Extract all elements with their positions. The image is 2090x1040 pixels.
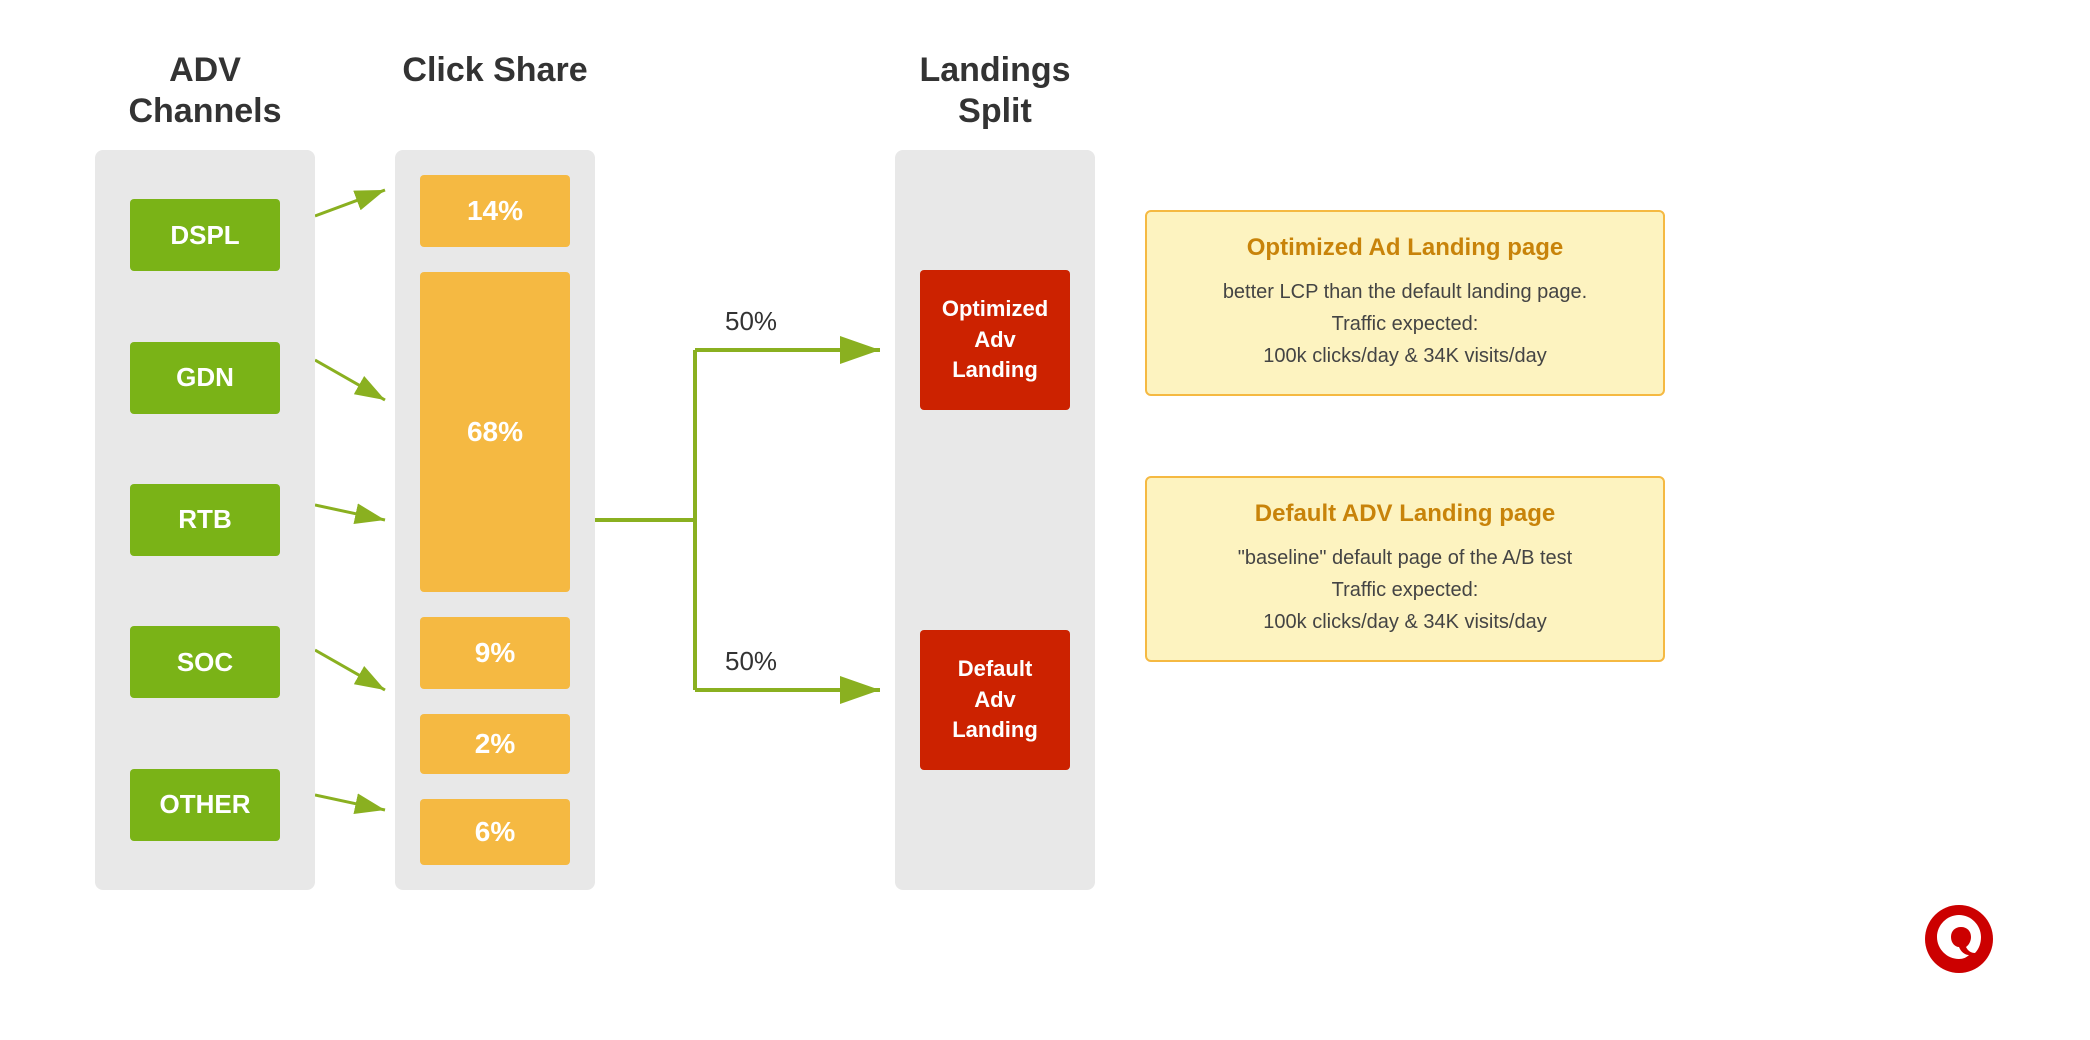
click-box-6: 6%: [420, 799, 570, 865]
landings-split-header: Landings Split: [895, 50, 1095, 132]
click-box-9: 9%: [420, 617, 570, 689]
channel-box-gdn: GDN: [130, 342, 280, 414]
vodafone-logo: [1923, 903, 1995, 980]
main-container: ADV Channels Click Share Landings Split …: [0, 0, 2090, 1040]
channel-box-rtb: RTB: [130, 484, 280, 556]
click-box-2: 2%: [420, 714, 570, 774]
svg-text:50%: 50%: [725, 306, 777, 336]
info-card-optimized: Optimized Ad Landing page better LCP tha…: [1145, 210, 1665, 396]
info-card-optimized-body: better LCP than the default landing page…: [1175, 276, 1635, 372]
adv-channels-header: ADV Channels: [95, 50, 315, 132]
channel-arrows-svg: [315, 150, 395, 890]
channel-box-dspl: DSPL: [130, 199, 280, 271]
info-card-default: Default ADV Landing page "baseline" defa…: [1145, 476, 1665, 662]
info-card-optimized-title: Optimized Ad Landing page: [1175, 234, 1635, 262]
channel-box-soc: SOC: [130, 626, 280, 698]
landings-split-column: OptimizedAdvLanding DefaultAdvLanding: [895, 150, 1095, 890]
click-share-header: Click Share: [395, 50, 595, 132]
landing-box-default: DefaultAdvLanding: [920, 630, 1070, 770]
channel-box-other: OTHER: [130, 769, 280, 841]
adv-channels-column: DSPL GDN RTB SOC OTHER: [95, 150, 315, 890]
info-cards-section: Optimized Ad Landing page better LCP tha…: [1145, 210, 1665, 662]
click-box-14: 14%: [420, 175, 570, 247]
info-card-default-title: Default ADV Landing page: [1175, 500, 1635, 528]
svg-text:50%: 50%: [725, 646, 777, 676]
click-share-column: 14% 68% 9% 2% 6%: [395, 150, 595, 890]
info-card-default-body: "baseline" default page of the A/B testT…: [1175, 542, 1635, 638]
click-box-68: 68%: [420, 272, 570, 592]
split-arrows-svg: 50% 50%: [595, 150, 895, 890]
landing-box-optimized: OptimizedAdvLanding: [920, 270, 1070, 410]
